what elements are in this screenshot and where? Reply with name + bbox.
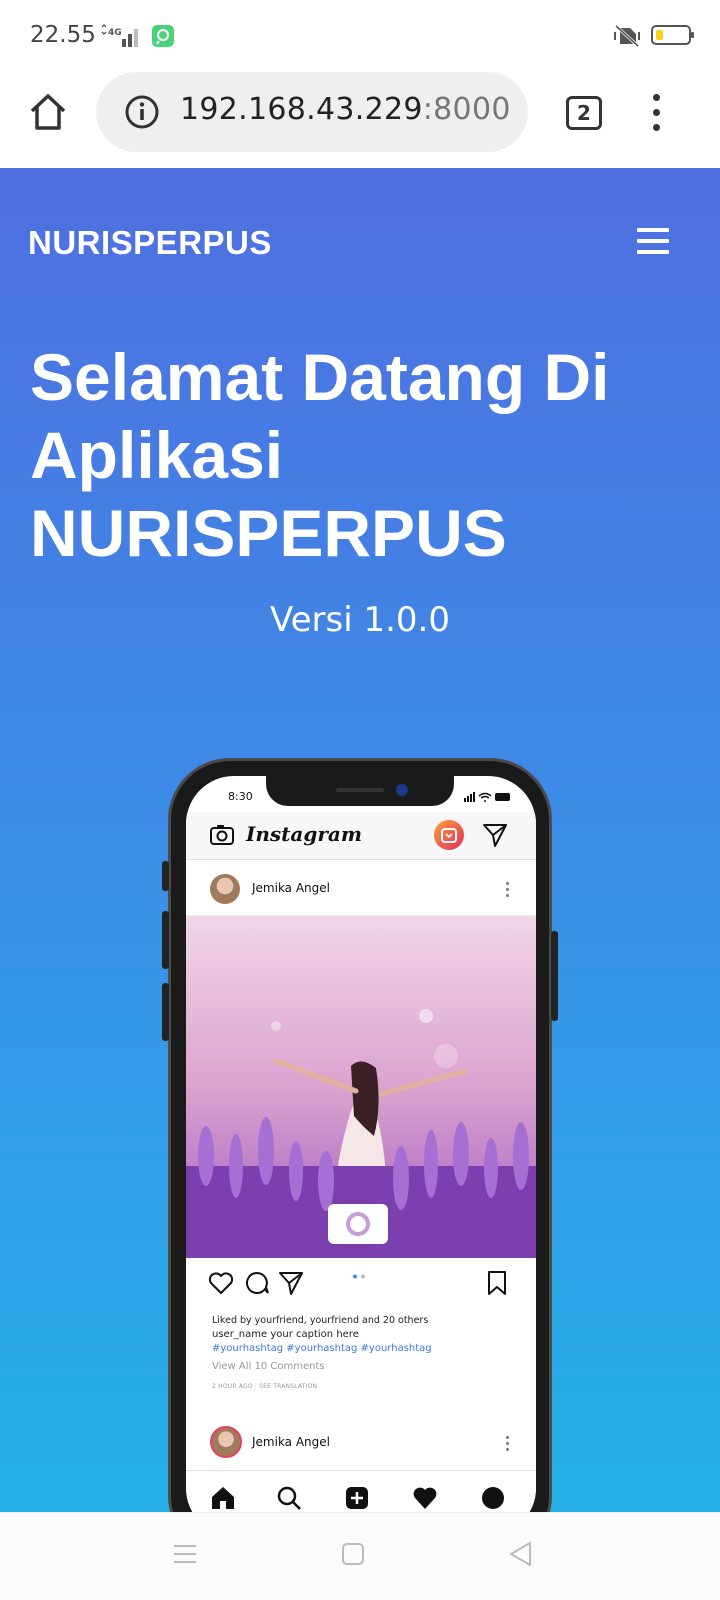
hamburger-menu-icon[interactable]	[637, 228, 669, 254]
url-port: :8000	[422, 92, 511, 127]
avatar	[210, 1426, 242, 1458]
post-photo	[186, 916, 536, 1258]
hero-section: NURISPERPUS Selamat Datang Di Aplikasi N…	[0, 168, 720, 1512]
search-icon	[277, 1486, 301, 1510]
mockup-time: 8:30	[228, 790, 253, 803]
liked-by-text: Liked by yourfriend, yourfriend and 20 o…	[212, 1315, 429, 1326]
address-bar[interactable]: 192.168.43.229:8000	[96, 72, 528, 152]
add-post-icon	[346, 1487, 368, 1509]
second-username: Jemika Angel	[252, 1435, 330, 1449]
url-text[interactable]: 192.168.43.229:8000	[180, 92, 511, 127]
svg-text:4G: 4G	[108, 28, 122, 38]
recents-icon[interactable]	[170, 1539, 200, 1569]
igtv-icon	[434, 820, 464, 850]
info-icon[interactable]	[124, 94, 160, 130]
avatar	[210, 874, 240, 904]
hashtags: #yourhashtag #yourhashtag #yourhashtag	[212, 1343, 432, 1354]
comment-icon	[246, 1271, 269, 1294]
post-caption: Liked by yourfriend, yourfriend and 20 o…	[212, 1314, 512, 1394]
headline-bold: Selamat Datang	[30, 340, 526, 414]
home-square-icon[interactable]	[338, 1539, 368, 1569]
status-bar: 22.55 4G	[0, 0, 720, 70]
version-label: Versi 1.0.0	[270, 600, 450, 640]
view-comments: View All 10 Comments	[212, 1361, 325, 1372]
status-time: 22.55	[30, 22, 96, 48]
heart-icon	[208, 1272, 234, 1294]
instagram-header: Instagram	[186, 812, 536, 860]
app-notification-icon	[152, 25, 174, 47]
phone-mockup: 8:30 Instagram Jemika Angel Liked by you…	[162, 758, 558, 1512]
mockup-status-icons	[464, 792, 510, 802]
post-header: Jemika Angel	[186, 862, 536, 916]
bookmark-icon	[488, 1271, 506, 1295]
overflow-menu-icon[interactable]	[650, 94, 662, 132]
caption-text: user_name your caption here	[212, 1329, 359, 1340]
instagram-tabbar	[186, 1470, 536, 1512]
tab-switcher-button[interactable]: 2	[566, 96, 602, 130]
post-actions	[186, 1258, 536, 1310]
direct-message-icon	[483, 824, 507, 847]
system-navigation-bar	[0, 1512, 720, 1600]
browser-toolbar: 192.168.43.229:8000 2	[0, 70, 720, 168]
url-host: 192.168.43.229	[180, 92, 423, 127]
battery-low-icon	[651, 25, 694, 45]
site-brand[interactable]: NURISPERPUS	[28, 224, 272, 262]
post-more-icon	[506, 882, 510, 898]
signal-icon: 4G	[101, 24, 138, 47]
vibrate-off-icon	[614, 24, 640, 48]
camera-icon	[210, 825, 234, 845]
share-icon	[279, 1272, 303, 1295]
profile-icon	[482, 1487, 504, 1509]
home-icon	[212, 1487, 234, 1509]
activity-heart-icon	[413, 1487, 437, 1509]
welcome-headline: Selamat Datang Di Aplikasi NURISPERPUS	[30, 338, 690, 572]
back-icon[interactable]	[506, 1539, 536, 1569]
phone-screen: 8:30 Instagram Jemika Angel Liked by you…	[186, 776, 536, 1512]
post-more-icon	[506, 1436, 510, 1452]
post-meta: 2 HOUR AGO · SEE TRANSLATION	[212, 1383, 318, 1390]
home-icon[interactable]	[28, 92, 68, 132]
instagram-logo: Instagram	[246, 822, 362, 846]
second-post-header: Jemika Angel	[186, 1416, 536, 1466]
carousel-dots	[353, 1274, 365, 1279]
post-username: Jemika Angel	[252, 881, 330, 895]
